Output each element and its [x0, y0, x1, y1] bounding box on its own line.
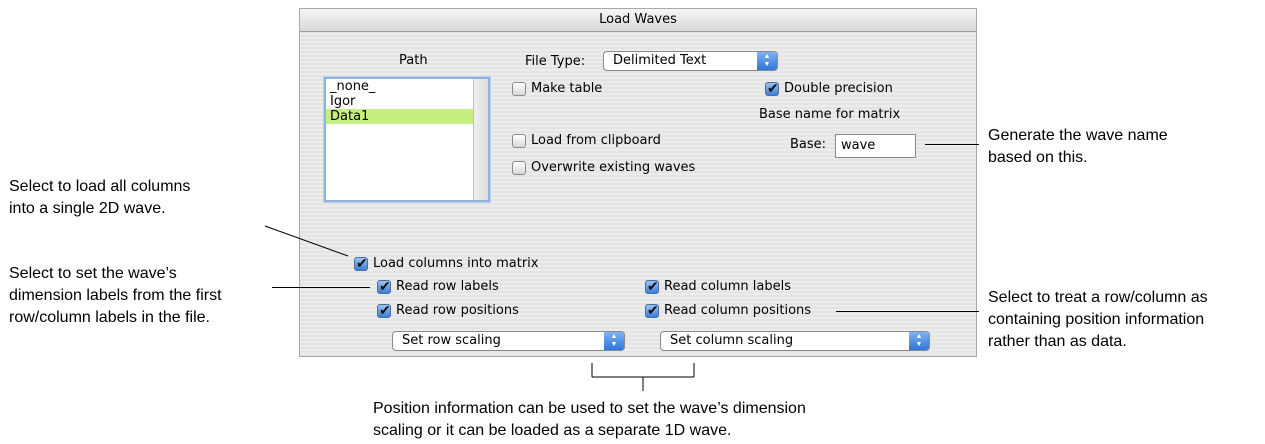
annotation-line: rather than as data. [988, 333, 1127, 350]
annotation-scaling: Position information can be used to set … [373, 398, 806, 442]
annotation-line: row/column labels in the file. [9, 309, 210, 326]
annotation-line: scaling or it can be loaded as a separat… [373, 422, 732, 439]
annotation-line: Position information can be used to set … [373, 400, 806, 417]
callout-line-matrix [264, 225, 349, 257]
callout-line-column-positions [836, 311, 979, 312]
callout-lines [264, 225, 695, 391]
annotation-line: dimension labels from the first [9, 287, 222, 304]
annotation-dimension-labels: Select to set the wave’s dimension label… [9, 263, 222, 329]
annotation-line: containing position information [988, 311, 1205, 328]
annotation-line: Select to set the wave’s [9, 265, 177, 282]
annotation-line: Select to treat a row/column as [988, 289, 1208, 306]
callout-line-row-labels [272, 287, 370, 288]
annotation-position-info: Select to treat a row/column as containi… [988, 287, 1208, 353]
